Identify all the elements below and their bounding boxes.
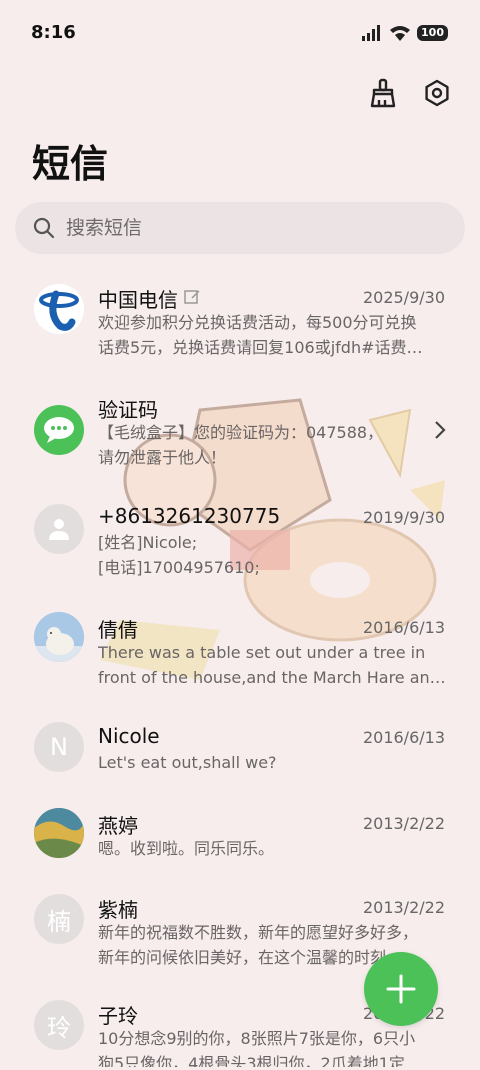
message-date: 2013/2/22 bbox=[362, 814, 445, 833]
page-title: 短信 bbox=[32, 142, 109, 186]
message-item-nicole[interactable]: N Nicole 2016/6/13 Let's eat out,shall w… bbox=[0, 712, 480, 792]
message-preview-line2: 话费5元，兑换话费请回复106或jfdh#话费… bbox=[98, 338, 423, 357]
message-sender: 中国电信 bbox=[98, 288, 178, 312]
person-icon bbox=[34, 504, 84, 554]
message-preview-line1: There was a table set out under a tree i… bbox=[98, 643, 426, 662]
status-time: 8:16 bbox=[31, 22, 76, 43]
message-bubble-icon bbox=[34, 405, 84, 455]
settings-icon bbox=[425, 79, 449, 107]
message-sender: 验证码 bbox=[98, 398, 158, 422]
message-date: 2016/6/13 bbox=[362, 728, 445, 747]
message-preview-line2: 狗5只像你，4根骨头3根归你，2爪着地1定… bbox=[98, 1054, 421, 1067]
search-icon bbox=[33, 217, 55, 239]
message-sender: 燕婷 bbox=[98, 814, 138, 838]
message-preview-line1: 新年的祝福数不胜数，新年的愿望好多好多， bbox=[98, 923, 419, 942]
message-preview-line2: 请勿泄露于他人！ bbox=[98, 448, 227, 467]
chevron-right-icon bbox=[435, 421, 446, 439]
ocean-photo bbox=[34, 808, 84, 858]
message-preview-line1: [姓名]Nicole; bbox=[98, 533, 198, 552]
message-sender: Nicole bbox=[98, 724, 160, 748]
avatar-letter: 玲 bbox=[34, 1000, 84, 1050]
battery-indicator: 100 bbox=[417, 25, 448, 41]
message-item-qianqian[interactable]: 倩倩 2016/6/13 There was a table set out u… bbox=[0, 602, 480, 702]
avatar-letter: 楠 bbox=[34, 894, 84, 944]
plus-icon bbox=[386, 974, 416, 1004]
avatar-letter: N bbox=[34, 722, 84, 772]
compose-button[interactable] bbox=[364, 952, 438, 1026]
message-sender: +8613261230775 bbox=[98, 504, 281, 528]
message-item-verification[interactable]: 验证码 【毛绒盒子】您的验证码为：047588， 请勿泄露于他人！ bbox=[0, 382, 480, 482]
wifi-icon bbox=[390, 26, 411, 41]
message-date: 2025/9/30 bbox=[362, 288, 445, 307]
edit-note-icon bbox=[184, 290, 200, 304]
message-sender: 子玲 bbox=[98, 1004, 138, 1028]
broom-icon bbox=[370, 78, 396, 108]
message-date: 2016/6/13 bbox=[362, 618, 445, 637]
message-preview-line1: 欢迎参加积分兑换话费活动，每500分可兑换 bbox=[98, 313, 417, 332]
clean-button[interactable] bbox=[366, 76, 400, 110]
search-input[interactable] bbox=[64, 216, 428, 240]
status-icons: 100 bbox=[361, 25, 448, 41]
china-telecom-logo bbox=[34, 284, 84, 334]
message-preview-line1: 10分想念9别的你，8张照片7张是你，6只小 bbox=[98, 1029, 416, 1048]
message-preview-line1: Let's eat out,shall we? bbox=[98, 753, 277, 772]
message-preview-line1: 嗯。收到啦。同乐同乐。 bbox=[98, 839, 275, 858]
message-preview-line2: front of the house,and the March Hare an… bbox=[98, 668, 446, 687]
message-date: 2019/9/30 bbox=[362, 508, 445, 527]
message-date: 2013/2/22 bbox=[362, 898, 445, 917]
polar-bear-photo bbox=[34, 612, 84, 662]
message-preview-line1: 【毛绒盒子】您的验证码为：047588， bbox=[98, 423, 384, 442]
message-item-china-telecom[interactable]: 中国电信 2025/9/30 欢迎参加积分兑换话费活动，每500分可兑换 话费5… bbox=[0, 272, 480, 372]
message-preview-line2: [电话]17004957610; bbox=[98, 558, 260, 577]
signal-icon bbox=[362, 25, 381, 41]
settings-button[interactable] bbox=[420, 76, 454, 110]
message-sender: 紫楠 bbox=[98, 898, 138, 922]
search-bar[interactable] bbox=[15, 202, 465, 254]
message-item-phone[interactable]: +8613261230775 2019/9/30 [姓名]Nicole; [电话… bbox=[0, 492, 480, 592]
status-bar: 8:16 100 bbox=[0, 0, 480, 66]
message-sender: 倩倩 bbox=[98, 618, 138, 642]
toolbar bbox=[366, 76, 454, 110]
message-item-yanting[interactable]: 燕婷 2013/2/22 嗯。收到啦。同乐同乐。 bbox=[0, 798, 480, 878]
